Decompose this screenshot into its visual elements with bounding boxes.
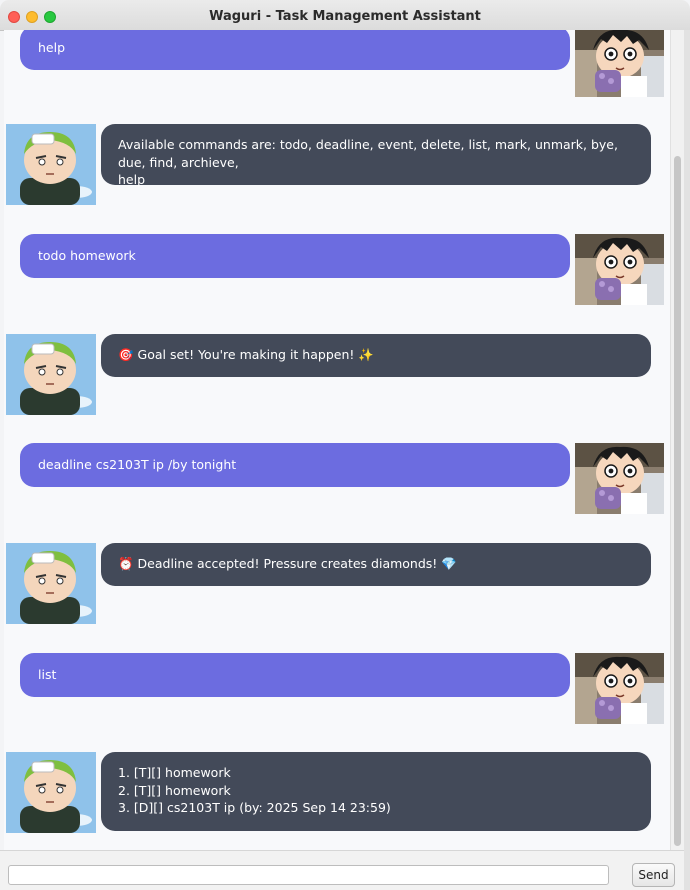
user-avatar <box>575 234 664 305</box>
input-bar: Send <box>0 850 684 890</box>
message-text: 2. [T][] homework <box>118 782 231 798</box>
user-message-bubble: deadline cs2103T ip /by tonight <box>20 443 570 487</box>
user-message-bubble: todo homework <box>20 234 570 278</box>
app-window: Waguri - Task Management Assistant help <box>0 0 690 890</box>
message-text: help <box>38 40 66 55</box>
scrollbar-thumb[interactable] <box>674 156 681 846</box>
user-avatar <box>575 653 664 724</box>
user-avatar <box>575 443 664 514</box>
bot-message-bubble: 🎯 Goal set! You're making it happen! ✨ <box>101 334 651 377</box>
bot-avatar <box>6 752 96 833</box>
message-text: Available commands are: todo, deadline, … <box>118 137 618 170</box>
bot-avatar <box>6 543 96 624</box>
dialog-container[interactable]: help Available commands are: todo, deadl… <box>4 30 670 850</box>
message-text: deadline cs2103T ip /by tonight <box>38 457 237 472</box>
user-message-bubble: list <box>20 653 570 697</box>
window-title: Waguri - Task Management Assistant <box>209 9 481 24</box>
bot-avatar <box>6 124 96 205</box>
message-text: 1. [T][] homework <box>118 765 231 780</box>
message-text: todo homework <box>38 248 136 263</box>
bot-message-bubble: ⏰ Deadline accepted! Pressure creates di… <box>101 543 651 586</box>
message-text: 🎯 Goal set! You're making it happen! ✨ <box>118 347 374 362</box>
message-text: list <box>38 667 57 682</box>
send-button[interactable]: Send <box>632 863 675 887</box>
message-text: 3. [D][] cs2103T ip (by: 2025 Sep 14 23:… <box>118 800 391 815</box>
window-edge <box>684 30 690 890</box>
chat-scrollbar[interactable] <box>670 30 685 850</box>
bot-avatar <box>6 334 96 415</box>
message-text: help <box>118 172 146 187</box>
title-bar: Waguri - Task Management Assistant <box>0 0 690 31</box>
bot-message-bubble: Available commands are: todo, deadline, … <box>101 124 651 187</box>
user-message-bubble: help <box>20 30 570 70</box>
message-input[interactable] <box>8 865 609 885</box>
bot-message-bubble: 1. [T][] homework 2. [T][] homework 3. [… <box>101 752 651 831</box>
user-avatar <box>575 30 664 97</box>
message-text: ⏰ Deadline accepted! Pressure creates di… <box>118 556 457 571</box>
